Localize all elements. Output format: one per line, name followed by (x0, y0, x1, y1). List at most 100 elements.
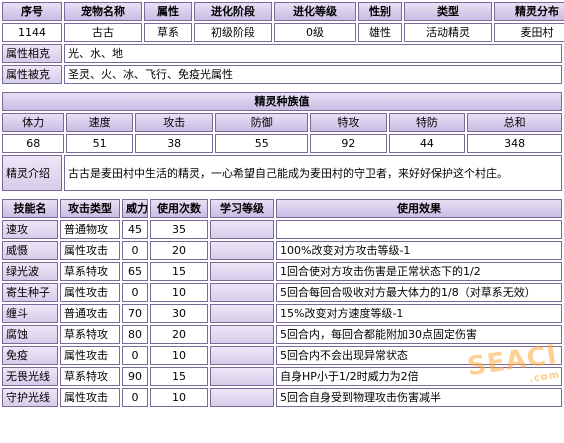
info-value-row: 1144 古古 草系 初级阶段 0级 雄性 活动精灵 麦田村 (2, 23, 564, 42)
race-value-cell: 44 (388, 134, 466, 153)
skill-row: 威慑 属性攻击 0 20 100%改变对方攻击等级-1 (2, 241, 562, 260)
skill-pp: 10 (150, 283, 208, 302)
skill-name: 寄生种子 (2, 283, 58, 302)
skill-row: 缠斗 普通攻击 70 30 15%改变对方速度等级-1 (2, 304, 562, 323)
skill-header-cell: 技能名 (2, 199, 58, 218)
intro-table: 精灵介绍 古古是麦田村中生活的精灵，一心希望自己能成为麦田村的守卫者，来好好保护… (0, 153, 564, 193)
race-header-row: 体力 速度 攻击 防御 特攻 特防 总和 (2, 113, 562, 132)
info-header-cell: 宠物名称 (64, 2, 142, 21)
skill-effect: 1回合使对方攻击伤害是正常状态下的1/2 (276, 262, 562, 281)
skill-type: 普通攻击 (60, 304, 120, 323)
info-value-cell: 雄性 (358, 23, 402, 42)
skill-level (210, 367, 274, 386)
skill-type: 草系特攻 (60, 367, 120, 386)
race-value-row: 68 51 38 55 92 44 348 (2, 134, 562, 153)
race-header-cell: 体力 (2, 113, 65, 132)
skill-name: 无畏光线 (2, 367, 58, 386)
race-value-table: 精灵种族值 体力 速度 攻击 防御 特攻 特防 总和 68 51 38 55 9… (0, 90, 564, 155)
skill-header-cell: 攻击类型 (60, 199, 120, 218)
skill-header-cell: 使用效果 (276, 199, 562, 218)
race-value-cell: 92 (310, 134, 387, 153)
skill-rows: 速攻 普通物攻 45 35 威慑 属性攻击 0 20 100%改变对方攻击等级-1 绿光波 草系特攻… (2, 220, 562, 407)
race-value-cell: 38 (134, 134, 214, 153)
skill-level (210, 241, 274, 260)
skill-type: 属性攻击 (60, 346, 120, 365)
skill-pp: 15 (150, 367, 208, 386)
skill-effect: 5回合每回合吸收对方最大体力的1/8（对草系无效） (276, 283, 562, 302)
info-header-cell: 进化阶段 (194, 2, 272, 21)
intro-text: 古古是麦田村中生活的精灵，一心希望自己能成为麦田村的守卫者，来好好保护这个村庄。 (64, 155, 562, 191)
pet-info-sheet: 序号 宠物名称 属性 进化阶段 进化等级 性别 类型 精灵分布 1144 古古 … (0, 0, 564, 409)
skill-row: 腐蚀 草系特攻 80 20 5回合内，每回合都能附加30点固定伤害 (2, 325, 562, 344)
restrained-row: 属性被克 圣灵、火、冰、飞行、免疫光属性 (2, 65, 562, 84)
skill-effect: 5回合自身受到物理攻击伤害减半 (276, 388, 562, 407)
skill-effect: 自身HP小于1/2时威力为2倍 (276, 367, 562, 386)
restrain-row: 属性相克 光、水、地 (2, 44, 562, 63)
skill-name: 缠斗 (2, 304, 58, 323)
race-header-cell: 速度 (66, 113, 133, 132)
skill-power: 90 (122, 367, 148, 386)
skill-effect (276, 220, 562, 239)
skill-power: 45 (122, 220, 148, 239)
skill-effect: 100%改变对方攻击等级-1 (276, 241, 562, 260)
skill-pp: 10 (150, 346, 208, 365)
skill-pp: 30 (150, 304, 208, 323)
skill-power: 0 (122, 283, 148, 302)
skill-level (210, 304, 274, 323)
intro-label: 精灵介绍 (2, 155, 62, 191)
restrain-value: 光、水、地 (64, 44, 562, 63)
race-header-cell: 特防 (388, 113, 466, 132)
skill-row: 无畏光线 草系特攻 90 15 自身HP小于1/2时威力为2倍 (2, 367, 562, 386)
skill-header-cell: 威力 (122, 199, 148, 218)
info-header-cell: 性别 (358, 2, 402, 21)
skill-name: 免疫 (2, 346, 58, 365)
skill-effect: 15%改变对方速度等级-1 (276, 304, 562, 323)
skill-power: 80 (122, 325, 148, 344)
info-header-cell: 类型 (404, 2, 492, 21)
race-value-cell: 348 (467, 134, 562, 153)
skill-type: 属性攻击 (60, 388, 120, 407)
race-header-cell: 攻击 (134, 113, 214, 132)
skill-type: 属性攻击 (60, 283, 120, 302)
skill-row: 绿光波 草系特攻 65 15 1回合使对方攻击伤害是正常状态下的1/2 (2, 262, 562, 281)
restrained-value: 圣灵、火、冰、飞行、免疫光属性 (64, 65, 562, 84)
race-value-cell: 51 (66, 134, 133, 153)
info-header-cell: 进化等级 (274, 2, 356, 21)
skill-name: 绿光波 (2, 262, 58, 281)
skill-row: 寄生种子 属性攻击 0 10 5回合每回合吸收对方最大体力的1/8（对草系无效） (2, 283, 562, 302)
skill-power: 70 (122, 304, 148, 323)
skill-pp: 35 (150, 220, 208, 239)
skill-level (210, 346, 274, 365)
info-value-cell: 麦田村 (494, 23, 564, 42)
skill-pp: 10 (150, 388, 208, 407)
race-value-cell: 55 (215, 134, 309, 153)
skill-type: 草系特攻 (60, 325, 120, 344)
skill-effect: 5回合内，每回合都能附加30点固定伤害 (276, 325, 562, 344)
skill-type: 属性攻击 (60, 241, 120, 260)
race-title: 精灵种族值 (2, 92, 562, 111)
skill-pp: 15 (150, 262, 208, 281)
skill-power: 0 (122, 241, 148, 260)
info-value-cell: 草系 (144, 23, 192, 42)
info-header-cell: 属性 (144, 2, 192, 21)
skill-header-cell: 使用次数 (150, 199, 208, 218)
restrain-label: 属性相克 (2, 44, 62, 63)
skill-pp: 20 (150, 241, 208, 260)
basic-info-table: 序号 宠物名称 属性 进化阶段 进化等级 性别 类型 精灵分布 1144 古古 … (0, 0, 564, 44)
skill-power: 65 (122, 262, 148, 281)
skill-power: 0 (122, 346, 148, 365)
intro-row: 精灵介绍 古古是麦田村中生活的精灵，一心希望自己能成为麦田村的守卫者，来好好保护… (2, 155, 562, 191)
skill-name: 速攻 (2, 220, 58, 239)
info-value-cell: 古古 (64, 23, 142, 42)
skill-level (210, 325, 274, 344)
skill-level (210, 283, 274, 302)
info-value-cell: 0级 (274, 23, 356, 42)
skill-table: 技能名 攻击类型 威力 使用次数 学习等级 使用效果 速攻 普通物攻 45 35 威慑属… (0, 197, 564, 409)
skill-type: 普通物攻 (60, 220, 120, 239)
race-header-cell: 防御 (215, 113, 309, 132)
race-value-cell: 68 (2, 134, 65, 153)
skill-level (210, 262, 274, 281)
info-header-row: 序号 宠物名称 属性 进化阶段 进化等级 性别 类型 精灵分布 (2, 2, 564, 21)
skill-row: 免疫 属性攻击 0 10 5回合内不会出现异常状态 (2, 346, 562, 365)
skill-effect: 5回合内不会出现异常状态 (276, 346, 562, 365)
